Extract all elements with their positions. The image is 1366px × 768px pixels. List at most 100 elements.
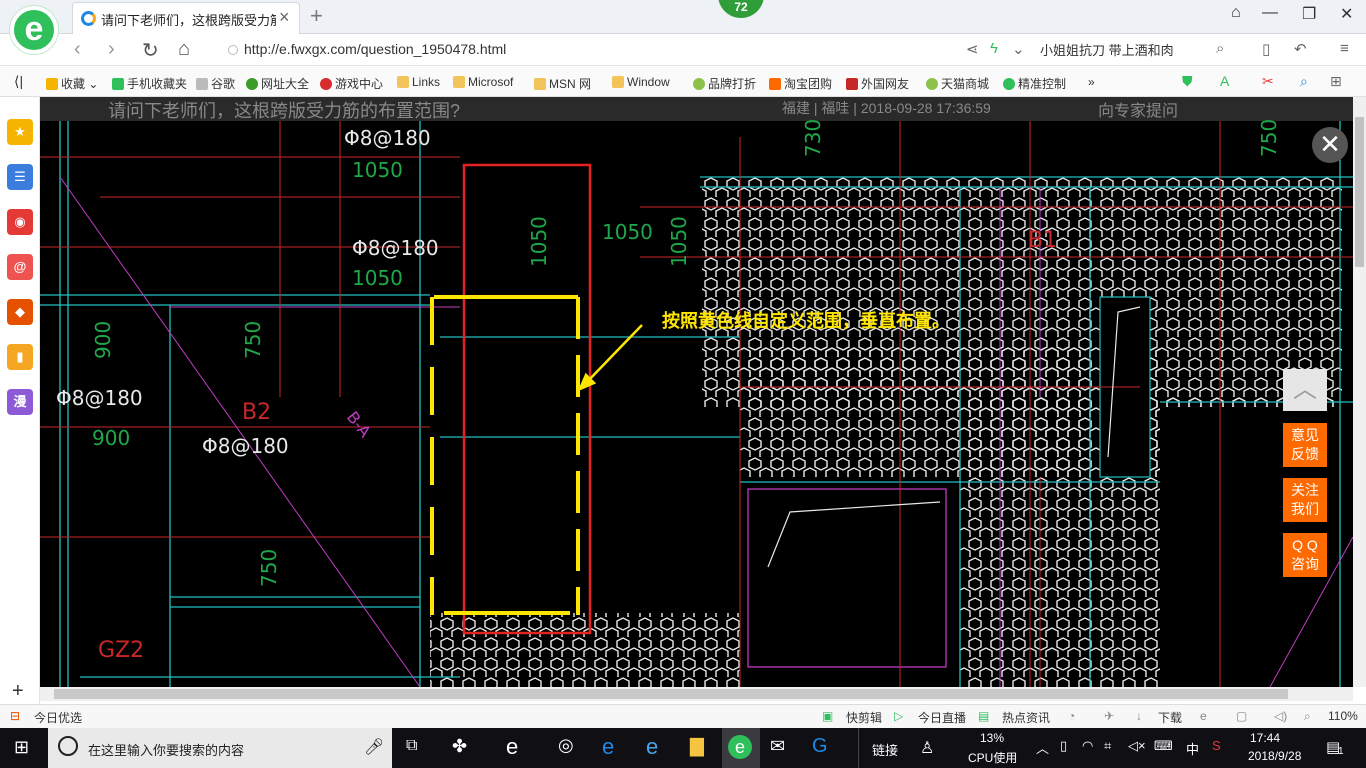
refresh-button[interactable]: ↻: [142, 38, 159, 63]
scroll-thumb[interactable]: [1355, 117, 1364, 267]
bookmark-item[interactable]: 手机收藏夹: [112, 75, 187, 92]
file-explorer-icon[interactable]: ▇: [690, 736, 704, 757]
bookmark-item[interactable]: 网址大全: [246, 75, 309, 92]
mic-icon[interactable]: 🎤︎: [364, 737, 384, 757]
search-icon[interactable]: ⌕: [1216, 40, 1224, 57]
speed-icon[interactable]: ◔: [1068, 709, 1075, 723]
feedback-button[interactable]: 意见 反馈: [1283, 423, 1327, 467]
live-icon[interactable]: ▷: [894, 709, 903, 723]
more-bookmarks-icon[interactable]: »: [1088, 75, 1095, 89]
window-icon[interactable]: ▢: [1236, 709, 1247, 723]
people-icon[interactable]: ♙: [920, 738, 934, 758]
volume-icon[interactable]: ◁): [1274, 709, 1287, 723]
bookmark-item[interactable]: 品牌打折: [693, 75, 756, 92]
mail-icon[interactable]: ✉: [770, 736, 785, 757]
today-picks-link[interactable]: 今日优选: [34, 709, 82, 726]
weibo-icon[interactable]: ◉: [7, 209, 33, 235]
tab-close-icon[interactable]: ×: [279, 7, 290, 28]
menu-icon[interactable]: ≡: [1340, 40, 1349, 57]
share-icon[interactable]: ⋖: [966, 40, 979, 58]
360-browser-icon[interactable]: e: [728, 735, 752, 759]
minimize-button[interactable]: —: [1262, 4, 1278, 22]
back-button[interactable]: ‹: [74, 38, 81, 61]
keyboard-icon[interactable]: ⌨: [1154, 738, 1173, 754]
news-icon[interactable]: ☰: [7, 164, 33, 190]
bookmark-item[interactable]: 精准控制: [1003, 75, 1066, 92]
clock-time[interactable]: 17:44: [1250, 731, 1280, 745]
zoom-icon[interactable]: ⌕: [1304, 709, 1311, 724]
volume-icon[interactable]: ◁×: [1128, 738, 1146, 754]
ie-app-icon[interactable]: e: [506, 734, 518, 760]
wifi-icon[interactable]: ◠: [1082, 738, 1093, 754]
scroll-thumb[interactable]: [54, 689, 1288, 699]
grid-icon[interactable]: ⊞: [1330, 73, 1342, 90]
chevron-up-icon[interactable]: ︿: [1036, 738, 1049, 757]
star-icon[interactable]: ★: [7, 119, 33, 145]
mobile-icon[interactable]: ▯: [1262, 40, 1270, 58]
horizontal-scrollbar[interactable]: [40, 687, 1353, 701]
bookmark-item[interactable]: 收藏 ⌄: [46, 75, 98, 92]
translate-icon[interactable]: A: [1220, 73, 1229, 89]
clock-date[interactable]: 2018/9/28: [1248, 749, 1301, 763]
pin-icon[interactable]: ✈: [1104, 709, 1114, 723]
ime-indicator[interactable]: 中: [1186, 739, 1199, 758]
new-tab-button[interactable]: +: [310, 3, 323, 29]
mail-icon[interactable]: @: [7, 254, 33, 280]
status-item[interactable]: 热点资讯: [1002, 709, 1050, 726]
app-icon[interactable]: ◎: [558, 735, 574, 756]
bookmark-item[interactable]: 外国网友: [846, 75, 909, 92]
follow-us-button[interactable]: 关注 我们: [1283, 478, 1327, 522]
comic-icon[interactable]: 漫: [7, 389, 33, 415]
vertical-scrollbar[interactable]: [1353, 97, 1366, 687]
game-icon[interactable]: ◆: [7, 299, 33, 325]
app-icon[interactable]: G: [812, 735, 828, 758]
site-info-icon[interactable]: [228, 45, 238, 55]
skin-icon[interactable]: ⌂: [1231, 4, 1241, 22]
status-item[interactable]: 下载: [1158, 709, 1182, 726]
status-item[interactable]: 快剪辑: [846, 709, 882, 726]
network-icon[interactable]: ⌗: [1104, 738, 1111, 754]
scissors-icon[interactable]: ✂: [1262, 73, 1274, 90]
close-window-button[interactable]: ✕: [1340, 4, 1353, 24]
lightning-icon[interactable]: ϟ: [990, 40, 998, 57]
sogou-icon[interactable]: S: [1212, 738, 1221, 753]
gift-icon[interactable]: ⊟: [10, 709, 20, 723]
bookmark-item[interactable]: 谷歌: [196, 75, 235, 92]
close-viewer-button[interactable]: ✕: [1312, 127, 1348, 163]
bookmark-item[interactable]: Window: [612, 75, 670, 89]
bookmark-item[interactable]: Microsof: [453, 75, 513, 89]
browser-tab[interactable]: 请问下老师们，这根跨版受力筋的 ×: [72, 2, 300, 34]
url-input[interactable]: http://e.fwxgx.com/question_1950478.html: [228, 41, 506, 57]
notification-badge[interactable]: 72: [718, 0, 764, 18]
bookmark-item[interactable]: Links: [397, 75, 440, 89]
maximize-button[interactable]: ❐: [1302, 4, 1316, 24]
undo-icon[interactable]: ↶: [1294, 40, 1307, 58]
shield-icon[interactable]: ⛊: [1182, 73, 1193, 90]
book-icon[interactable]: ▮: [7, 344, 33, 370]
zoom-icon[interactable]: ⌕: [1300, 73, 1308, 90]
links-toolbar[interactable]: 链接: [872, 740, 898, 759]
forward-button[interactable]: ›: [108, 38, 115, 61]
sidebar-toggle-icon[interactable]: ⟨|: [14, 73, 23, 90]
bookmark-item[interactable]: MSN 网: [534, 75, 591, 92]
back-to-top-button[interactable]: ︿: [1283, 369, 1327, 411]
windows-start-icon[interactable]: ⊞: [14, 737, 29, 758]
bookmark-item[interactable]: 天猫商城: [926, 75, 989, 92]
pinwheel-icon[interactable]: ✤: [452, 736, 467, 757]
search-input[interactable]: 小姐姐抗刀 带上酒和肉: [1040, 40, 1240, 59]
news-icon[interactable]: ▤: [978, 709, 989, 723]
bookmark-item[interactable]: 游戏中心: [320, 75, 383, 92]
qq-consult-button[interactable]: Q Q 咨询: [1283, 533, 1327, 577]
zoom-level[interactable]: 110%: [1328, 709, 1358, 723]
battery-icon[interactable]: ▯: [1060, 738, 1067, 754]
taskbar-search[interactable]: 在这里输入你要搜索的内容 🎤︎: [48, 728, 392, 768]
add-icon[interactable]: +: [12, 680, 24, 703]
status-item[interactable]: 今日直播: [918, 709, 966, 726]
chevron-down-icon[interactable]: ⌄: [1012, 40, 1025, 58]
bookmark-item[interactable]: 淘宝团购: [769, 75, 832, 92]
task-view-icon[interactable]: ⧉: [406, 737, 417, 755]
ie-mode-icon[interactable]: e: [1200, 709, 1207, 723]
clip-icon[interactable]: ▣: [822, 709, 833, 723]
ie-icon[interactable]: e: [646, 734, 658, 760]
edge-icon[interactable]: e: [602, 734, 614, 760]
